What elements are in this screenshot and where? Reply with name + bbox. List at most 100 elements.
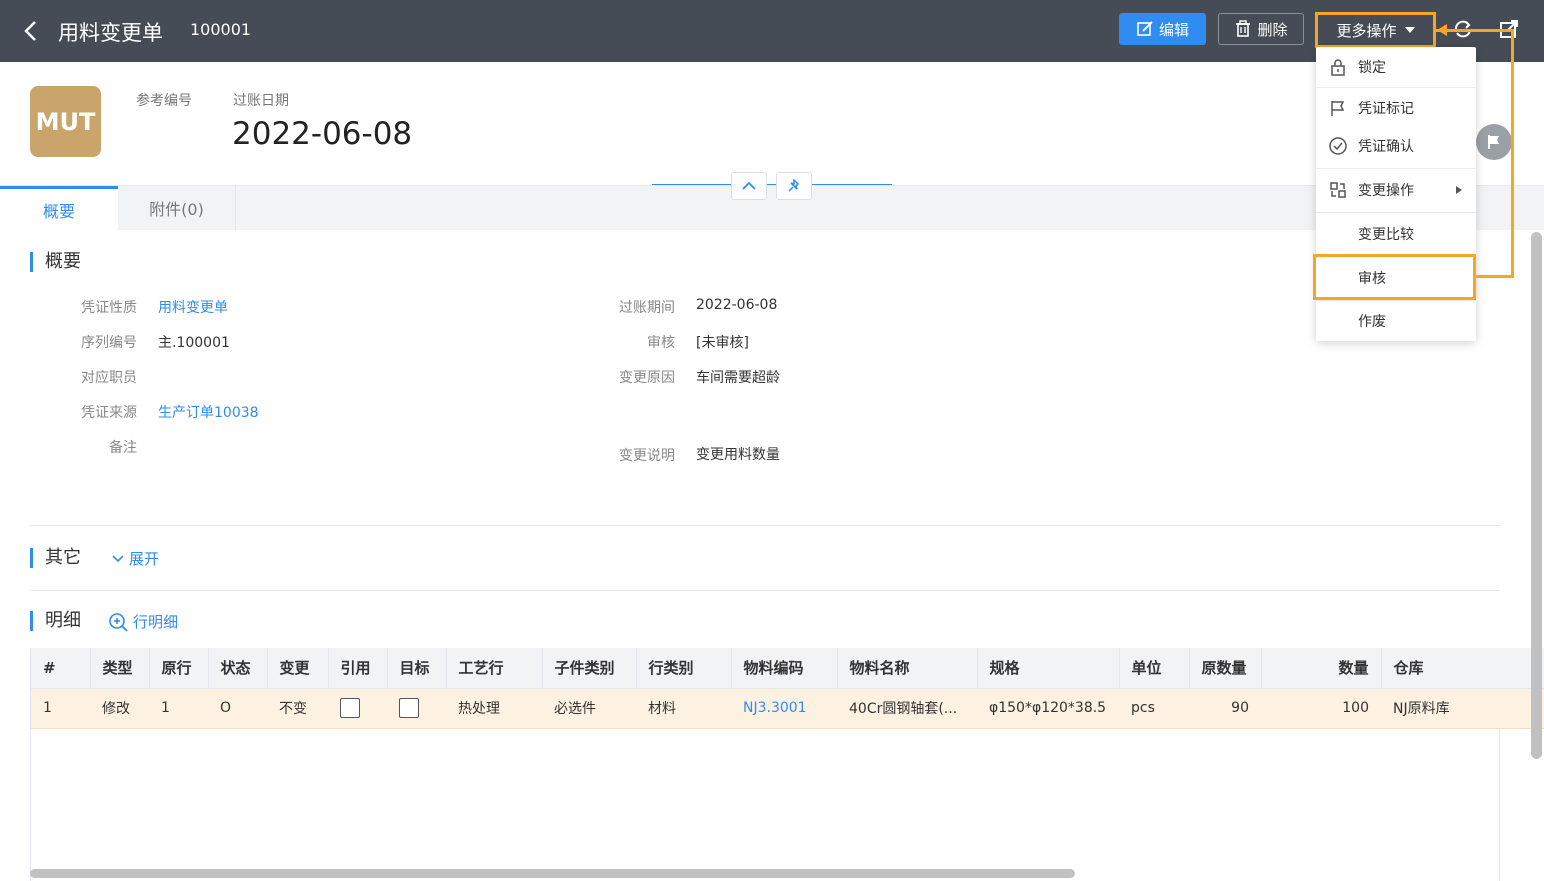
menu-item-void[interactable]: 作废 <box>1316 301 1476 341</box>
back-icon[interactable] <box>18 16 44 46</box>
details-section-title: 明细 <box>30 611 81 631</box>
toolbar-line <box>652 184 892 185</box>
delete-button[interactable]: 删除 <box>1218 13 1304 45</box>
column-header[interactable]: 规格 <box>977 648 1120 689</box>
section-divider <box>30 590 1500 591</box>
ref-number-label: 参考编号 <box>136 93 192 109</box>
menu-item-label: 变更比较 <box>1358 227 1414 243</box>
column-header[interactable]: 物料名称 <box>837 648 978 689</box>
edit-label: 编辑 <box>1158 20 1189 39</box>
expand-label: 展开 <box>129 550 160 568</box>
caret-down-icon <box>1404 27 1415 33</box>
cell-change: 不变 <box>267 688 328 729</box>
details-table: # 类型 原行 状态 变更 引用 目标 工艺行 子件类别 行类别 物料编码 物料… <box>30 648 1544 881</box>
field-label: 审核 <box>647 335 675 351</box>
field-label: 序列编号 <box>81 335 137 351</box>
menu-item-label: 凭证标记 <box>1358 101 1414 117</box>
menu-item-label: 作废 <box>1358 314 1386 330</box>
cell-target <box>387 688 446 729</box>
column-header[interactable]: 状态 <box>208 648 268 689</box>
column-header[interactable]: 原行 <box>149 648 209 689</box>
column-header[interactable]: 单位 <box>1119 648 1190 689</box>
menu-item-lock[interactable]: 锁定 <box>1316 47 1476 87</box>
cell-process: 热处理 <box>446 688 542 729</box>
field-value: 主.100001 <box>158 335 230 351</box>
cell-warehouse: NJ原料库 <box>1381 688 1544 729</box>
menu-item-mark[interactable]: 凭证标记 <box>1316 88 1476 128</box>
more-actions-button[interactable]: 更多操作 <box>1315 12 1436 48</box>
column-header[interactable]: 引用 <box>328 648 388 689</box>
vertical-scrollbar[interactable] <box>1531 232 1542 759</box>
menu-item-label: 锁定 <box>1358 60 1386 76</box>
doc-type-link[interactable]: 用料变更单 <box>158 297 228 317</box>
doc-logo: MUT <box>30 86 101 157</box>
ref-checkbox[interactable] <box>340 698 360 718</box>
tab-attachments[interactable]: 附件(0) <box>118 186 236 230</box>
target-checkbox[interactable] <box>399 698 419 718</box>
cell-orig-qty: 90 <box>1189 688 1261 729</box>
field-label: 凭证来源 <box>81 405 137 421</box>
column-header[interactable]: 变更 <box>267 648 329 689</box>
column-header[interactable]: 数量 <box>1261 648 1382 689</box>
cell-sub-type: 必选件 <box>542 688 636 729</box>
floating-flag-button[interactable] <box>1476 124 1512 160</box>
annotation-arrow <box>1436 29 1514 32</box>
chevron-up-icon <box>742 181 756 190</box>
column-header[interactable]: 子件类别 <box>542 648 637 689</box>
flag-icon <box>1488 135 1499 149</box>
field-label: 变更原因 <box>619 370 675 386</box>
row-detail-label: 行明细 <box>133 613 179 631</box>
column-header[interactable]: 物料编码 <box>731 648 838 689</box>
horizontal-scrollbar[interactable] <box>30 869 1075 878</box>
item-code-link[interactable]: NJ3.3001 <box>731 688 837 729</box>
menu-item-change-ops[interactable]: 变更操作 <box>1316 170 1476 210</box>
field-value: 2022-06-08 <box>696 297 778 313</box>
menu-divider <box>1316 168 1476 169</box>
approve-highlight-box <box>1313 254 1476 300</box>
source-doc-link[interactable]: 生产订单10038 <box>158 402 259 422</box>
field-label: 凭证性质 <box>81 300 137 316</box>
row-detail-button[interactable]: 行明细 <box>108 611 178 632</box>
cell-status: O <box>208 688 267 729</box>
column-header[interactable]: # <box>31 648 91 689</box>
column-header[interactable]: 目标 <box>387 648 447 689</box>
lock-icon <box>1331 59 1345 76</box>
column-header[interactable]: 行类别 <box>636 648 732 689</box>
field-label: 过账期间 <box>619 300 675 316</box>
check-circle-icon <box>1329 137 1347 155</box>
expand-toggle[interactable]: 展开 <box>112 548 159 569</box>
table-row[interactable]: 1 修改 1 O 不变 热处理 必选件 材料 NJ3.3001 40Cr圆钢轴套… <box>31 688 1544 729</box>
field-label: 备注 <box>109 440 137 456</box>
column-header[interactable]: 仓库 <box>1381 648 1544 689</box>
cell-spec: φ150*φ120*38.5 <box>977 688 1119 729</box>
column-header[interactable]: 原数量 <box>1189 648 1262 689</box>
page-title: 用料变更单 <box>58 21 163 45</box>
menu-divider <box>1316 212 1476 213</box>
more-actions-label: 更多操作 <box>1336 21 1397 40</box>
cell-type: 修改 <box>90 688 149 729</box>
pin-button[interactable] <box>776 172 812 200</box>
zoom-in-icon <box>109 612 128 632</box>
cell-item-name: 40Cr圆钢轴套(... <box>837 688 977 729</box>
other-section-title: 其它 <box>30 548 81 568</box>
chevron-down-icon <box>112 554 124 562</box>
cell-unit: pcs <box>1119 688 1189 729</box>
column-header[interactable]: 工艺行 <box>446 648 543 689</box>
edit-button[interactable]: 编辑 <box>1119 13 1206 45</box>
edit-icon <box>1137 21 1153 36</box>
field-value: 车间需要超龄 <box>696 370 780 386</box>
menu-item-confirm[interactable]: 凭证确认 <box>1316 126 1476 166</box>
arrow-head-icon <box>1437 24 1447 36</box>
column-header[interactable]: 类型 <box>90 648 150 689</box>
menu-item-compare[interactable]: 变更比较 <box>1316 214 1476 254</box>
table-header-row: # 类型 原行 状态 变更 引用 目标 工艺行 子件类别 行类别 物料编码 物料… <box>31 648 1544 689</box>
menu-item-label: 变更操作 <box>1358 183 1414 199</box>
field-label: 对应职员 <box>81 370 137 386</box>
swap-icon <box>1330 182 1346 198</box>
tab-summary[interactable]: 概要 <box>0 186 118 230</box>
doc-number: 100001 <box>190 20 252 39</box>
posting-date-value: 2022-06-08 <box>232 116 413 152</box>
collapse-button[interactable] <box>731 172 767 200</box>
cell-line-type: 材料 <box>636 688 731 729</box>
top-bar: 用料变更单 100001 编辑 删除 更多操作 <box>0 0 1544 62</box>
